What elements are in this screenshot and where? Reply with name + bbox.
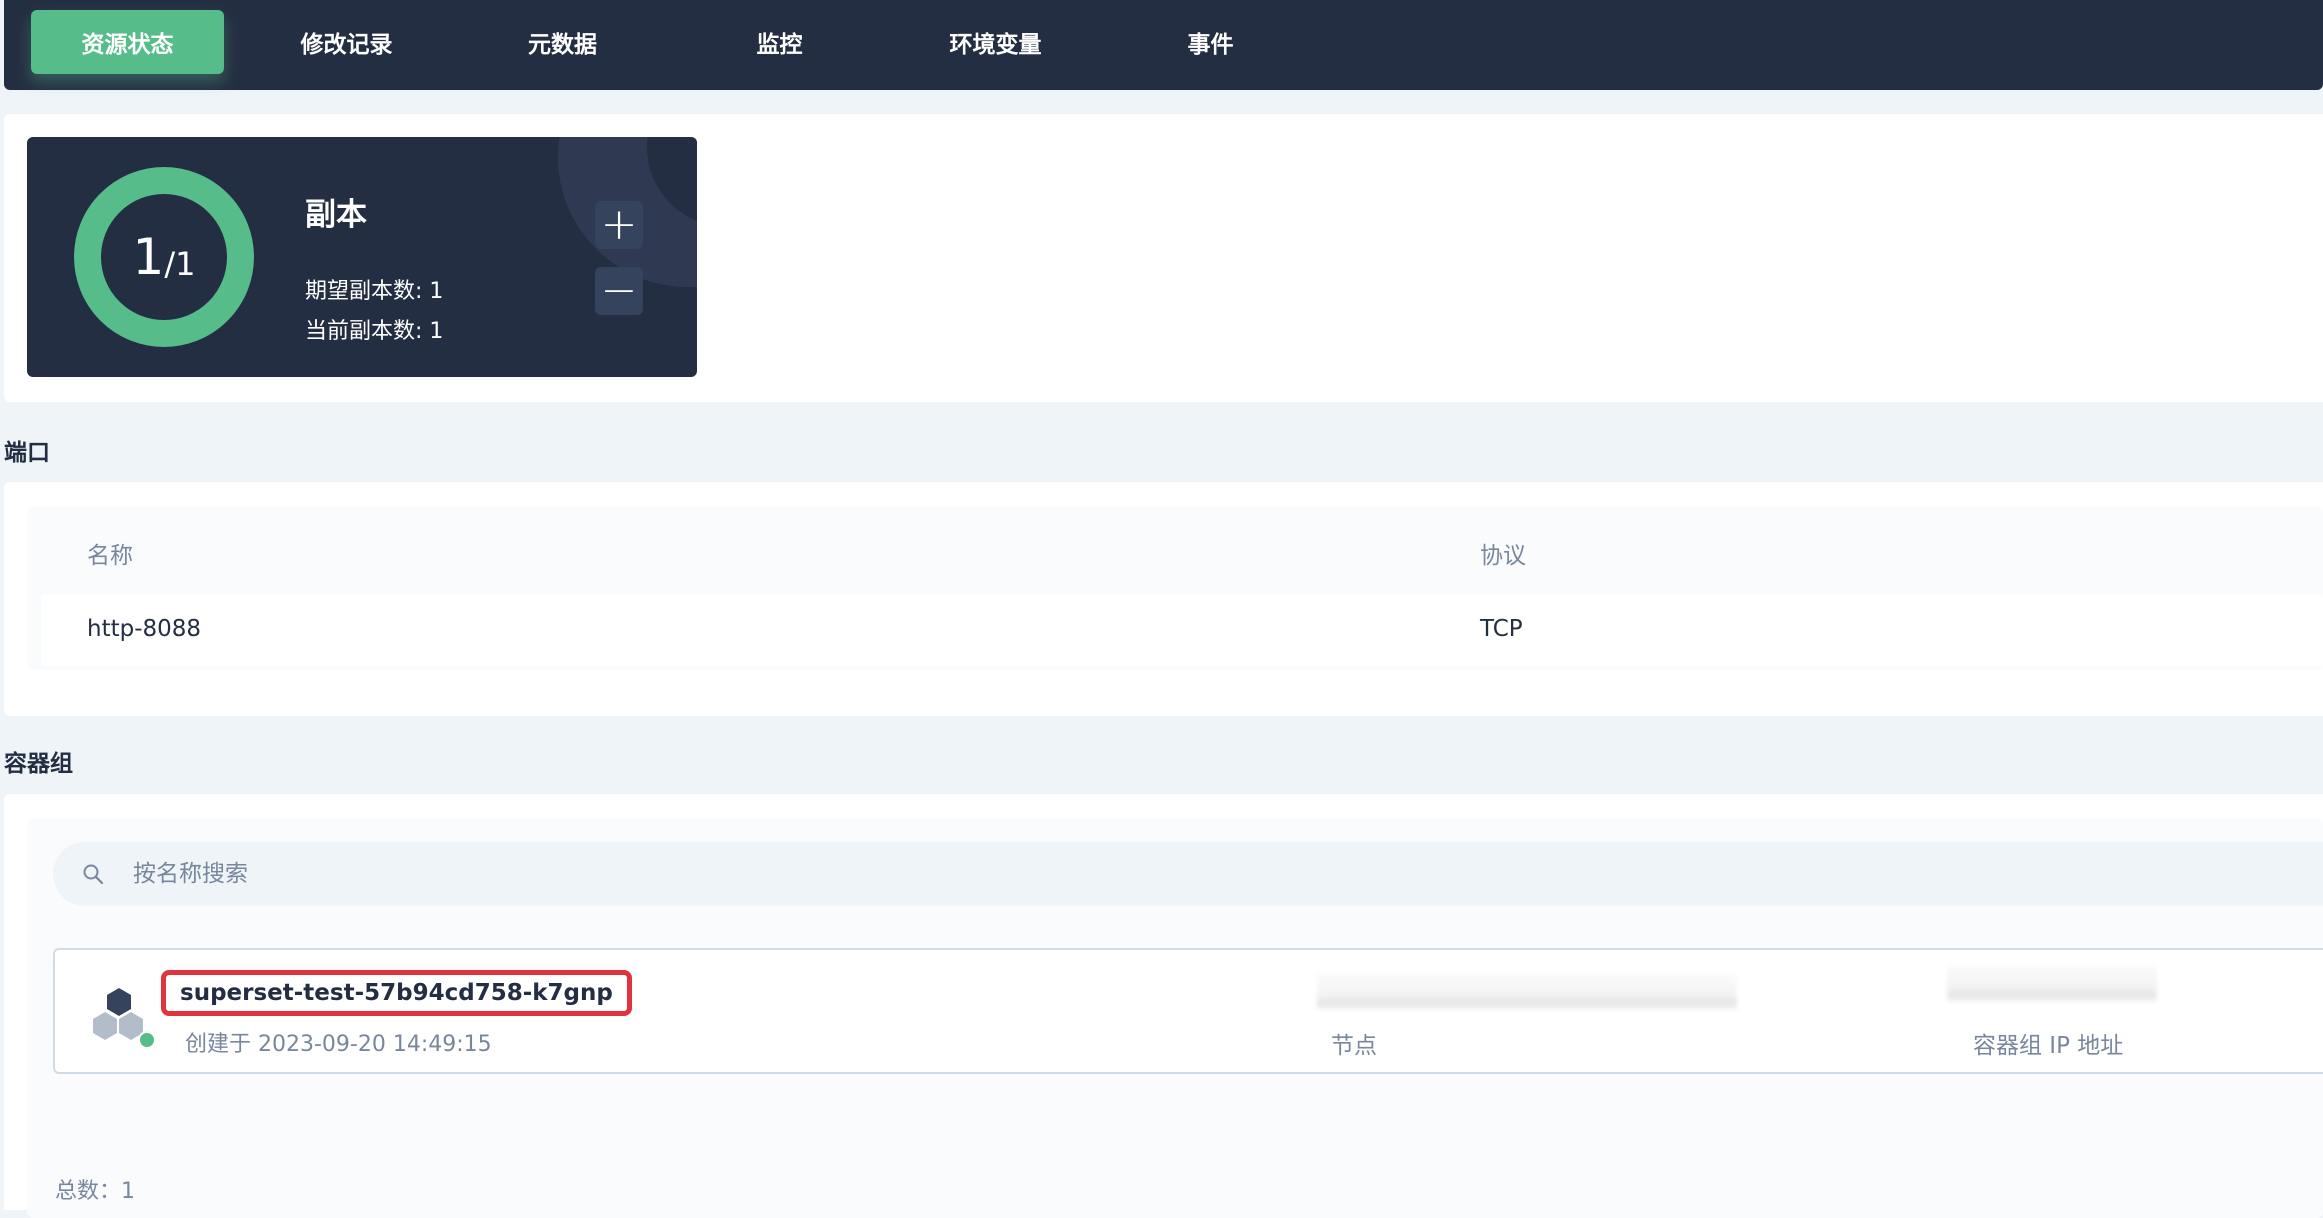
pod-name: superset-test-57b94cd758-k7gnp xyxy=(180,980,613,1006)
pod-total-count: 总数：1 xyxy=(55,1179,135,1204)
replica-desired-count: 1 xyxy=(175,245,196,283)
decrease-replicas-button[interactable]: − xyxy=(595,267,643,315)
column-header-protocol: 协议 xyxy=(1480,543,1526,569)
running-status-dot xyxy=(138,1031,156,1049)
list-item[interactable]: superset-test-57b94cd758-k7gnp 创建于 2023-… xyxy=(53,948,2323,1074)
replica-separator: / xyxy=(164,245,176,283)
replica-card: 1 / 1 副本 期望副本数: 1 当前副本数: 1 + − xyxy=(27,137,697,377)
tab-resource-status[interactable]: 资源状态 xyxy=(31,10,224,74)
replica-current-line: 当前副本数: 1 xyxy=(305,319,444,344)
pod-ip-label: 容器组 IP 地址 xyxy=(1973,1033,2124,1059)
node-value-redacted xyxy=(1317,974,1737,1010)
ports-panel: 名称 协议 http-8088 TCP xyxy=(4,482,2323,716)
detail-tab-bar: 资源状态 修改记录 元数据 监控 环境变量 事件 xyxy=(4,0,2323,90)
column-header-name: 名称 xyxy=(87,543,133,569)
port-protocol-cell: TCP xyxy=(1480,616,1523,642)
ip-value-redacted xyxy=(1947,966,2157,1002)
search-icon xyxy=(83,864,104,885)
replica-title: 副本 xyxy=(305,197,367,233)
pod-created-time: 创建于 2023-09-20 14:49:15 xyxy=(185,1032,492,1057)
replica-current-count: 1 xyxy=(132,228,165,286)
pods-list: superset-test-57b94cd758-k7gnp 创建于 2023-… xyxy=(27,818,2323,1218)
pods-panel: superset-test-57b94cd758-k7gnp 创建于 2023-… xyxy=(4,794,2323,1218)
port-name-cell: http-8088 xyxy=(87,616,202,642)
tab-environment-variables[interactable]: 环境变量 xyxy=(899,10,1092,74)
tab-revision-records[interactable]: 修改记录 xyxy=(250,10,443,74)
table-row: http-8088 TCP xyxy=(41,594,2323,666)
replica-desired-line: 期望副本数: 1 xyxy=(305,279,444,304)
pods-section-title: 容器组 xyxy=(4,751,73,777)
minus-icon: − xyxy=(600,265,638,316)
ports-section-title: 端口 xyxy=(4,440,50,466)
pod-cube-icon xyxy=(93,988,156,1049)
pod-search-bar[interactable] xyxy=(53,842,2323,906)
replica-ring: 1 / 1 xyxy=(74,167,254,347)
tab-metadata[interactable]: 元数据 xyxy=(466,10,659,74)
ports-table: 名称 协议 http-8088 TCP xyxy=(27,506,2323,670)
replica-panel: 1 / 1 副本 期望副本数: 1 当前副本数: 1 + − xyxy=(4,114,2323,402)
increase-replicas-button[interactable]: + xyxy=(595,201,643,249)
plus-icon: + xyxy=(600,199,638,250)
pod-name-link[interactable]: superset-test-57b94cd758-k7gnp xyxy=(161,970,632,1016)
tab-events[interactable]: 事件 xyxy=(1114,10,1307,74)
tab-monitoring[interactable]: 监控 xyxy=(683,10,876,74)
pod-node-label: 节点 xyxy=(1331,1033,1377,1059)
search-input[interactable] xyxy=(133,842,1333,906)
